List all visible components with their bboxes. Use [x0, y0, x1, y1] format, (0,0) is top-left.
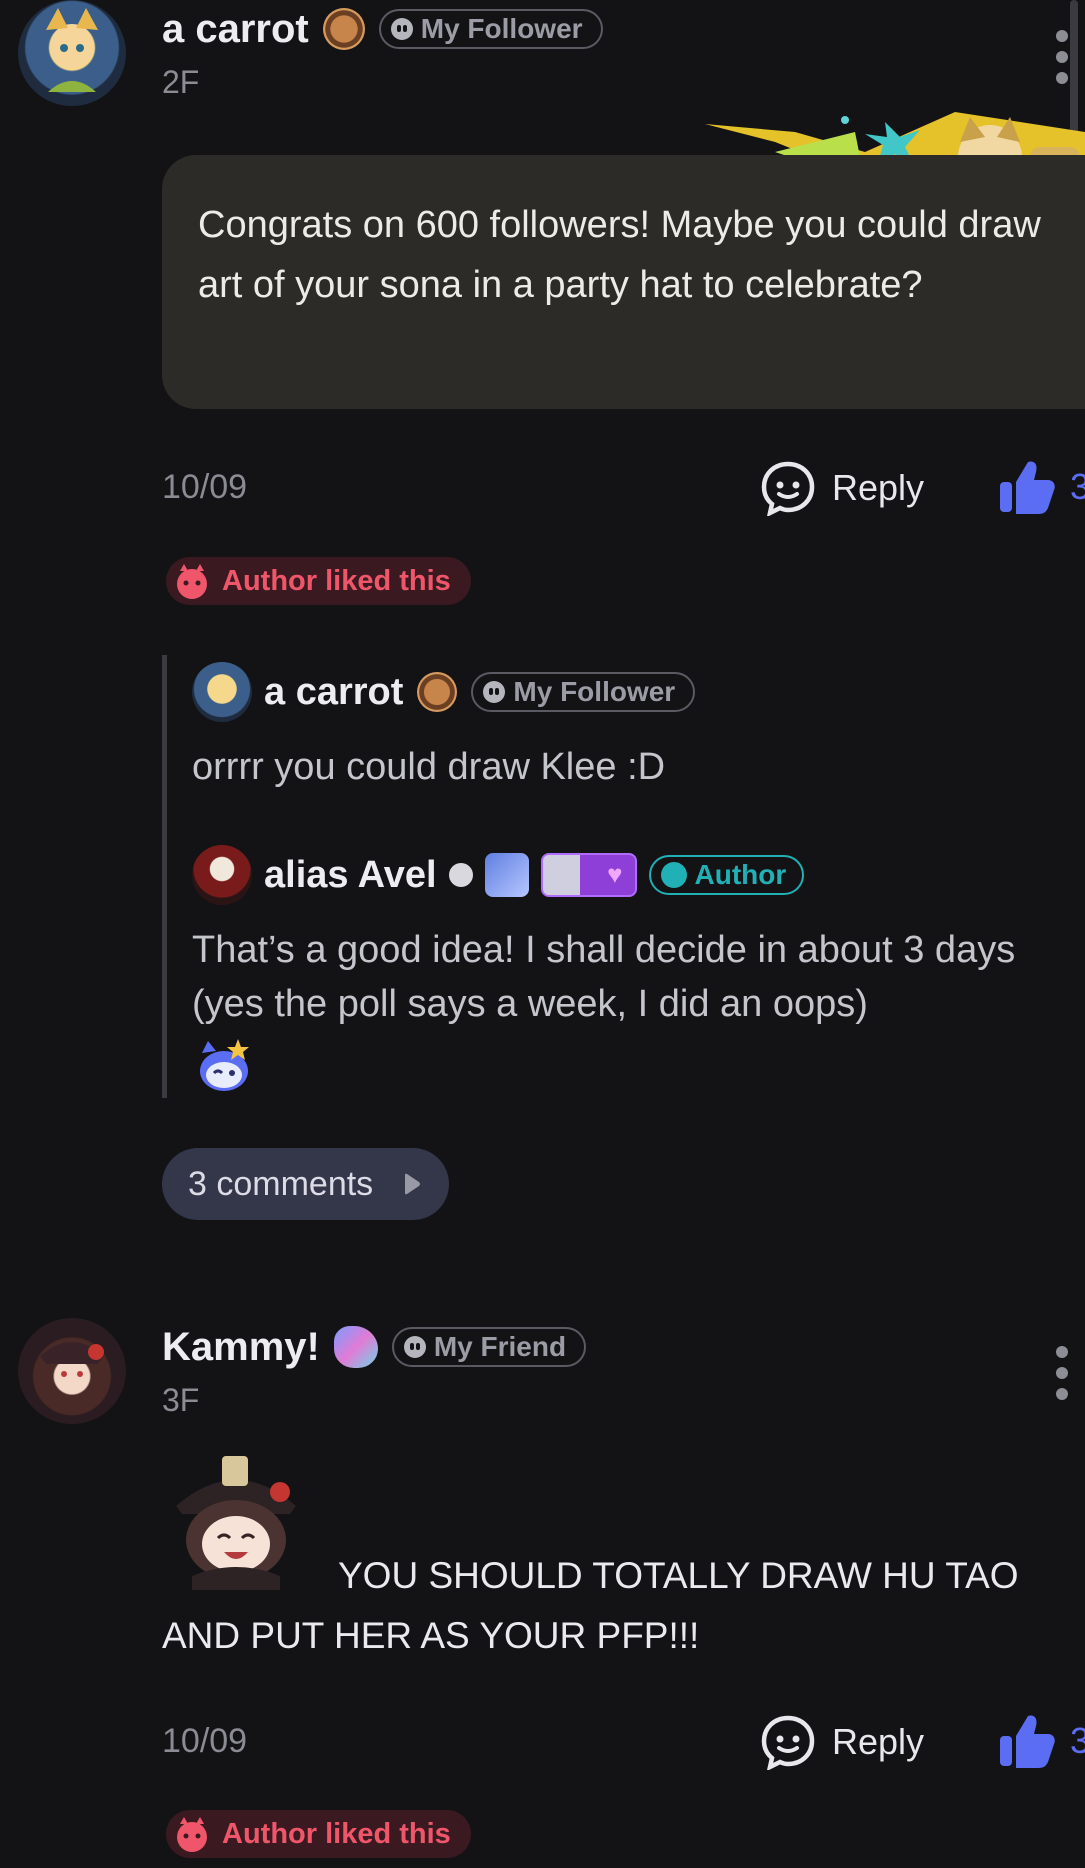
thumbs-up-icon: [1000, 461, 1055, 514]
comment-bubble: Congrats on 600 followers! Maybe you cou…: [162, 155, 1085, 409]
floor-number: 2F: [162, 64, 200, 100]
reply-text: That’s a good idea! I shall decide in ab…: [192, 929, 1016, 1025]
author-liked-badge: Author liked this: [166, 557, 471, 605]
comment-date: 10/09: [162, 468, 248, 506]
author-liked-badge: Author liked this: [166, 1810, 471, 1858]
author-badge: Author: [648, 855, 805, 895]
reply-text: orrrr you could draw Klee :D: [192, 746, 666, 788]
avatar[interactable]: [18, 0, 126, 106]
badge-face-icon: [403, 1336, 426, 1358]
author-mascot-icon: [660, 862, 687, 888]
relation-badge: My Follower: [378, 9, 603, 49]
author-heart-face-icon: [177, 1817, 207, 1852]
like-button[interactable]: 3: [998, 1712, 1085, 1770]
reply-avatar[interactable]: [192, 662, 252, 722]
thread-line: [162, 655, 167, 1098]
wink-sticker-icon: [200, 1039, 249, 1091]
user-medal-icon: [484, 853, 529, 897]
more-options-icon[interactable]: [1055, 1346, 1069, 1400]
author-heart-face-icon: [177, 564, 207, 599]
like-button[interactable]: 3: [998, 458, 1085, 516]
pixel-heart-badge-icon: ♥: [540, 853, 637, 897]
username[interactable]: Kammy!: [162, 1325, 320, 1370]
avatar[interactable]: [18, 1318, 126, 1424]
avatar-art-icon: [46, 8, 98, 92]
relation-badge: My Friend: [391, 1327, 587, 1367]
smiley-icon: [448, 863, 473, 887]
reply-bubble-icon: [761, 1715, 815, 1770]
reply-username[interactable]: a carrot: [264, 671, 403, 714]
username[interactable]: a carrot: [162, 7, 309, 52]
more-options-icon[interactable]: [1055, 30, 1069, 84]
reply-avatar[interactable]: [192, 845, 252, 905]
thumbs-up-icon: [1000, 1715, 1055, 1768]
badge-face-icon: [483, 681, 506, 703]
relation-badge: My Follower: [471, 672, 696, 712]
comment-text: Congrats on 600 followers! Maybe you cou…: [198, 204, 1041, 306]
comment-text: YOU SHOULD TOTALLY DRAW HU TAO AND PUT H…: [162, 1555, 1019, 1656]
badge-face-icon: [390, 18, 413, 40]
play-arrow-icon: [405, 1173, 421, 1195]
floor-number: 3F: [162, 1382, 200, 1418]
reply-button[interactable]: Reply: [760, 1714, 924, 1770]
reply-username[interactable]: alias Avel: [264, 854, 437, 897]
reply-button[interactable]: Reply: [760, 460, 924, 516]
avatar-art-icon: [40, 1342, 104, 1377]
view-comments-button[interactable]: 3 comments: [162, 1148, 450, 1220]
user-medal-icon: [333, 1326, 378, 1368]
user-medal-icon: [417, 672, 458, 712]
reply-bubble-icon: [761, 461, 815, 516]
comment-date: 10/09: [162, 1722, 248, 1760]
user-medal-icon: [322, 8, 365, 50]
